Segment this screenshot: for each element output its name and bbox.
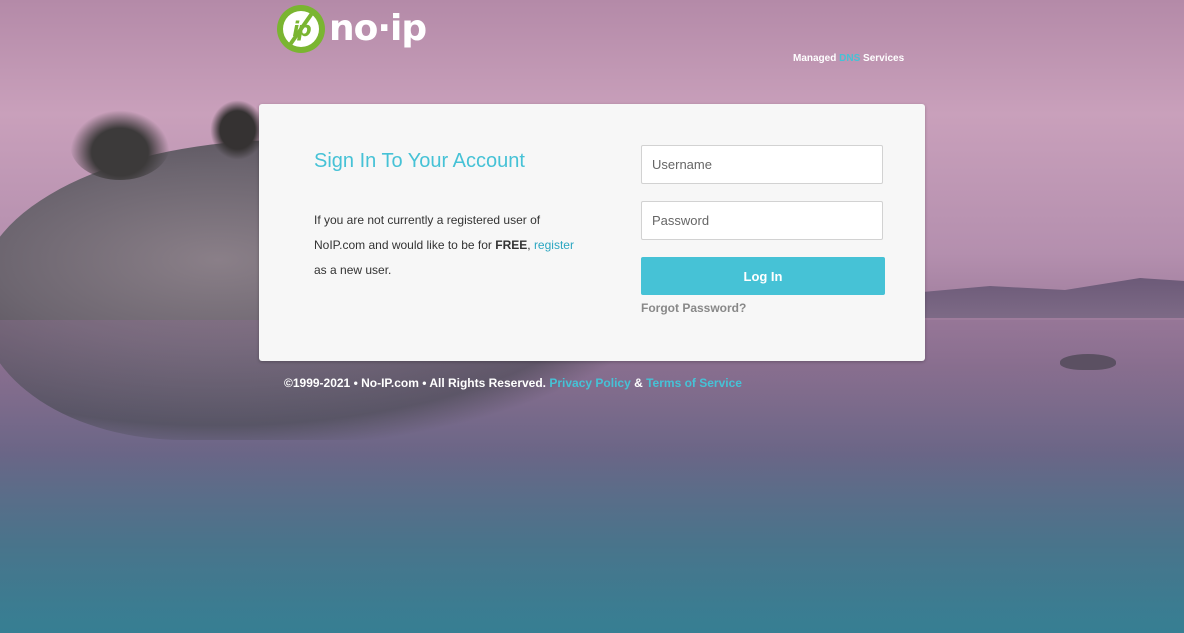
- registration-info: If you are not currently a registered us…: [314, 213, 574, 277]
- noip-logo-icon: ip: [277, 5, 325, 53]
- username-input[interactable]: [641, 145, 883, 184]
- background-tree: [210, 100, 265, 160]
- logo-text: no·ip: [329, 8, 427, 49]
- noip-logo[interactable]: ip no·ip: [277, 5, 427, 53]
- background-stone: [1060, 354, 1116, 370]
- forgot-password-link[interactable]: Forgot Password?: [641, 301, 746, 315]
- background-trees: [70, 110, 170, 180]
- login-button[interactable]: Log In: [641, 257, 885, 295]
- terms-of-service-link[interactable]: Terms of Service: [646, 376, 742, 390]
- background-water: [0, 320, 1184, 633]
- register-link[interactable]: register: [534, 238, 574, 252]
- password-input[interactable]: [641, 201, 883, 240]
- tagline: Managed DNS Services: [793, 53, 905, 64]
- privacy-policy-link[interactable]: Privacy Policy: [549, 376, 630, 390]
- background-mountain: [900, 278, 1184, 318]
- footer: ©1999-2021 • No-IP.com • All Rights Rese…: [284, 376, 742, 390]
- login-card: Sign In To Your Account If you are not c…: [259, 104, 925, 361]
- page-title: Sign In To Your Account: [314, 150, 525, 172]
